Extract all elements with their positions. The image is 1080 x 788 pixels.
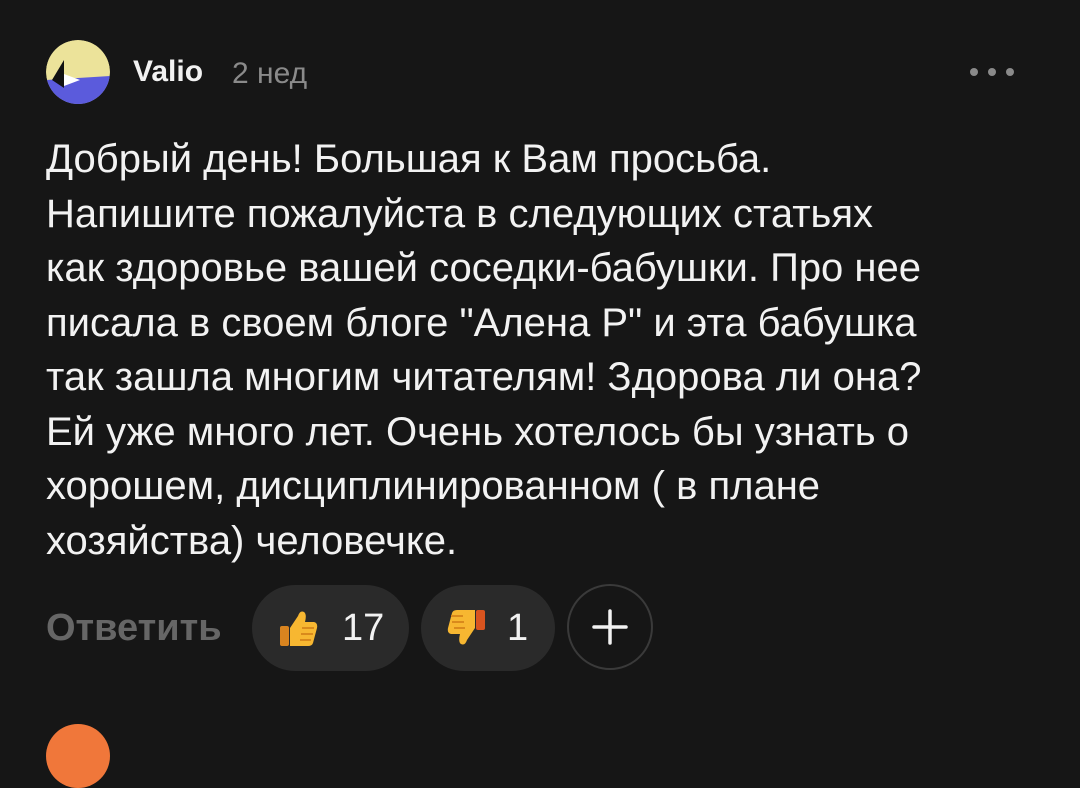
more-dots-icon[interactable] — [970, 62, 1014, 82]
plus-icon — [592, 609, 628, 645]
dot — [970, 68, 978, 76]
comment-text: Добрый день! Большая к Вам просьба. Напи… — [46, 132, 1046, 568]
dislike-button[interactable]: 1 — [421, 585, 555, 671]
dislikes-count: 1 — [507, 607, 529, 649]
dot — [1006, 68, 1014, 76]
comment-text-line: так зашла многим читателям! Здорова ли о… — [46, 355, 922, 399]
add-reaction-button[interactable] — [567, 584, 653, 670]
thumbs-up-icon — [280, 611, 318, 646]
next-comment-avatar[interactable] — [46, 724, 110, 788]
comment: Valio 2 нед Добрый день! Большая к Вам п… — [0, 0, 1080, 788]
comment-text-line: хорошем, дисциплинированном ( в плане — [46, 464, 821, 508]
likes-count: 17 — [342, 607, 385, 649]
comment-text-line: Напишите пожалуйста в следующих статьях — [46, 191, 874, 236]
comment-text-line: Ей уже много лет. Очень хотелось бы узна… — [46, 409, 910, 454]
comment-text-line: как здоровье вашей соседки-бабушки. Про … — [46, 246, 921, 290]
author-name[interactable]: Valio — [133, 52, 203, 92]
author-avatar[interactable] — [46, 40, 110, 104]
avatar-image — [46, 40, 110, 104]
dot — [988, 68, 996, 76]
like-button[interactable]: 17 — [252, 585, 409, 671]
comment-text-line: Добрый день! Большая к Вам просьба. — [46, 137, 772, 181]
comment-text-line: хозяйства) человечке. — [46, 518, 458, 563]
reply-button[interactable]: Ответить — [46, 604, 222, 652]
comment-text-line: писала в своем блоге "Алена Р" и эта баб… — [46, 300, 917, 345]
comment-time: 2 нед — [232, 57, 308, 90]
thumbs-down-icon — [447, 610, 485, 645]
